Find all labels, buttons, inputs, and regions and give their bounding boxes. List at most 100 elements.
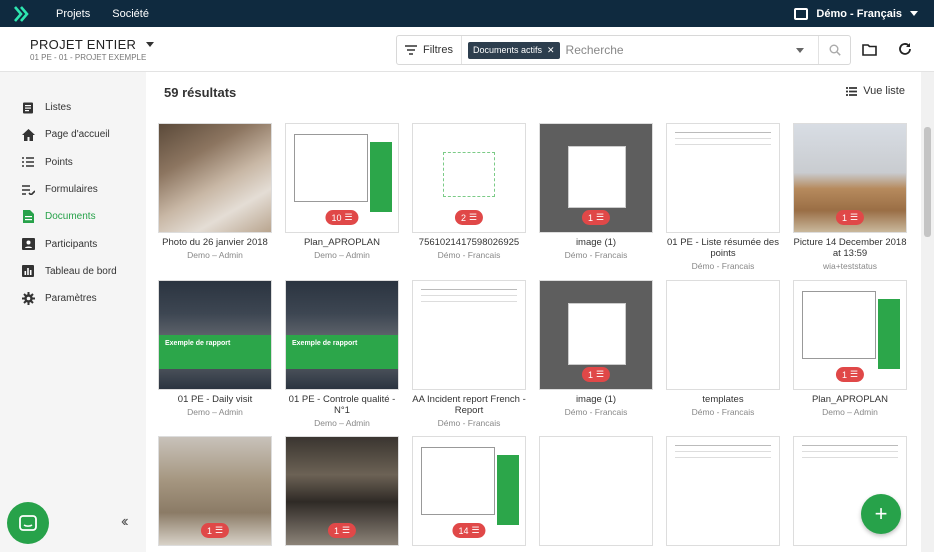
document-thumbnail[interactable]: Exemple de rapport xyxy=(158,280,272,390)
sidebar-item-lists[interactable]: Listes xyxy=(0,94,146,121)
document-card[interactable]: 1 ☰ xyxy=(158,436,272,546)
refresh-button[interactable] xyxy=(896,40,914,58)
report-cover-label: Exemple de rapport xyxy=(159,335,271,369)
list-icon: ☰ xyxy=(595,212,605,222)
document-name: Plan_APROPLAN xyxy=(811,394,889,405)
badge-count: 1 xyxy=(587,369,593,380)
nav-company-link[interactable]: Société xyxy=(112,8,149,20)
filters-label: Filtres xyxy=(423,44,453,56)
document-author: Demo – Admin xyxy=(314,418,370,428)
document-thumbnail[interactable] xyxy=(539,436,653,546)
add-document-button[interactable]: + xyxy=(861,494,901,534)
documents-main: 59 résultats Vue liste Photo du 26 janvi… xyxy=(146,72,921,552)
list-view-toggle[interactable]: Vue liste xyxy=(846,85,905,97)
sidebar-item-label: Page d'accueil xyxy=(45,129,110,141)
document-card[interactable]: 1 ☰ Plan_APROPLAN Demo – Admin xyxy=(793,280,907,417)
badge-count: 1 xyxy=(841,212,847,223)
document-card[interactable]: 10 ☰ Plan_APROPLAN Demo – Admin xyxy=(285,123,399,260)
badge-count: 14 xyxy=(458,525,469,536)
project-selector[interactable]: PROJET ENTIER 01 PE - 01 - PROJET EXEMPL… xyxy=(30,37,155,62)
chevron-down-icon xyxy=(146,41,155,47)
document-card[interactable]: 14 ☰ xyxy=(412,436,526,546)
chat-button[interactable] xyxy=(7,502,49,544)
document-card[interactable]: 1 ☰ Picture 14 December 2018 at 13:59 wia+t… xyxy=(793,123,907,271)
document-thumbnail[interactable] xyxy=(666,280,780,390)
chevron-down-icon[interactable] xyxy=(796,48,804,53)
list-icon: ☰ xyxy=(341,525,351,535)
user-menu[interactable]: Démo - Français xyxy=(794,7,918,20)
sidebar-item-dashboard[interactable]: Tableau de bord xyxy=(0,258,146,285)
document-thumbnail[interactable]: Exemple de rapport xyxy=(285,280,399,390)
badge-count: 1 xyxy=(333,525,339,536)
document-card[interactable]: 1 ☰ xyxy=(285,436,399,546)
view-label: Vue liste xyxy=(863,85,905,97)
folder-button[interactable] xyxy=(860,40,878,58)
gear-icon xyxy=(21,292,35,306)
document-card[interactable]: 1 ☰ image (1) Démo - Francais xyxy=(539,280,653,417)
scrollbar[interactable] xyxy=(921,72,934,552)
document-card[interactable] xyxy=(666,436,780,546)
points-count-badge: 1 ☰ xyxy=(327,523,357,538)
filters-button[interactable]: Filtres xyxy=(397,36,462,64)
document-card[interactable]: 2 ☰ 7561021417598026925 Démo - Francais xyxy=(412,123,526,260)
document-card[interactable]: 01 PE - Liste résumée des points Démo - F… xyxy=(666,123,780,271)
document-card[interactable]: 1 ☰ image (1) Démo - Francais xyxy=(539,123,653,260)
document-thumbnail[interactable]: 1 ☰ xyxy=(793,123,907,233)
project-header: PROJET ENTIER 01 PE - 01 - PROJET EXEMPL… xyxy=(0,27,934,72)
document-thumbnail[interactable] xyxy=(158,123,272,233)
document-name: 01 PE - Liste résumée des points xyxy=(667,237,779,259)
document-author: Démo - Francais xyxy=(437,250,501,260)
document-author: Demo – Admin xyxy=(822,407,878,417)
points-count-badge: 1 ☰ xyxy=(835,210,865,225)
points-count-badge: 1 ☰ xyxy=(581,367,611,382)
plus-icon: + xyxy=(874,501,888,526)
chat-icon xyxy=(19,514,37,531)
collapse-sidebar-icon[interactable]: ‹‹ xyxy=(121,513,128,531)
document-thumbnail[interactable]: 14 ☰ xyxy=(412,436,526,546)
document-author: wia+teststatus xyxy=(822,261,878,271)
document-thumbnail[interactable]: 10 ☰ xyxy=(285,123,399,233)
app-logo-icon[interactable] xyxy=(0,0,42,27)
document-card[interactable]: Exemple de rapport 01 PE - Controle quali… xyxy=(285,280,399,428)
document-card[interactable]: Photo du 26 janvier 2018 Demo – Admin xyxy=(158,123,272,260)
document-thumbnail[interactable]: 1 ☰ xyxy=(539,280,653,390)
list-icon: ☰ xyxy=(214,525,224,535)
document-name: 01 PE - Controle qualité - N°1 xyxy=(288,394,396,416)
sidebar-item-settings[interactable]: Paramètres xyxy=(0,285,146,312)
document-thumbnail[interactable]: 1 ☰ xyxy=(158,436,272,546)
document-card[interactable]: Exemple de rapport 01 PE - Daily visit Dem… xyxy=(158,280,272,417)
badge-count: 10 xyxy=(331,212,342,223)
nav-projects-link[interactable]: Projets xyxy=(56,8,90,20)
list-icon: ☰ xyxy=(849,212,859,222)
sidebar-item-forms[interactable]: Formulaires xyxy=(0,176,146,203)
sidebar-item-points[interactable]: Points xyxy=(0,149,146,176)
sidebar-item-documents[interactable]: Documents xyxy=(0,203,146,230)
document-card[interactable]: AA Incident report French - Report Démo -… xyxy=(412,280,526,428)
close-icon[interactable]: ✕ xyxy=(547,45,555,56)
points-count-badge: 1 ☰ xyxy=(581,210,611,225)
sidebar-item-participants[interactable]: Participants xyxy=(0,230,146,257)
search-button[interactable] xyxy=(818,36,850,64)
document-thumbnail[interactable]: 1 ☰ xyxy=(539,123,653,233)
document-name: templates xyxy=(702,394,744,405)
document-thumbnail[interactable] xyxy=(666,436,780,546)
document-card[interactable] xyxy=(539,436,653,546)
home-icon xyxy=(21,128,35,142)
document-thumbnail[interactable] xyxy=(666,123,780,233)
points-count-badge: 2 ☰ xyxy=(454,210,484,225)
document-thumbnail[interactable]: 1 ☰ xyxy=(793,280,907,390)
project-subtitle: 01 PE - 01 - PROJET EXEMPLE xyxy=(30,52,147,62)
sidebar-item-label: Participants xyxy=(45,238,98,250)
document-thumbnail[interactable]: 1 ☰ xyxy=(285,436,399,546)
document-thumbnail[interactable] xyxy=(412,280,526,390)
chevron-down-icon xyxy=(910,11,918,16)
badge-count: 1 xyxy=(587,212,593,223)
document-card[interactable]: templates Démo - Francais xyxy=(666,280,780,417)
sidebar-item-home[interactable]: Page d'accueil xyxy=(0,121,146,148)
sidebar-item-label: Tableau de bord xyxy=(45,265,117,277)
search-input[interactable] xyxy=(565,43,766,57)
scrollbar-thumb[interactable] xyxy=(924,127,931,237)
active-filter-chip[interactable]: Documents actifs ✕ xyxy=(467,41,560,59)
document-thumbnail[interactable]: 2 ☰ xyxy=(412,123,526,233)
document-author: Démo - Francais xyxy=(437,418,501,428)
